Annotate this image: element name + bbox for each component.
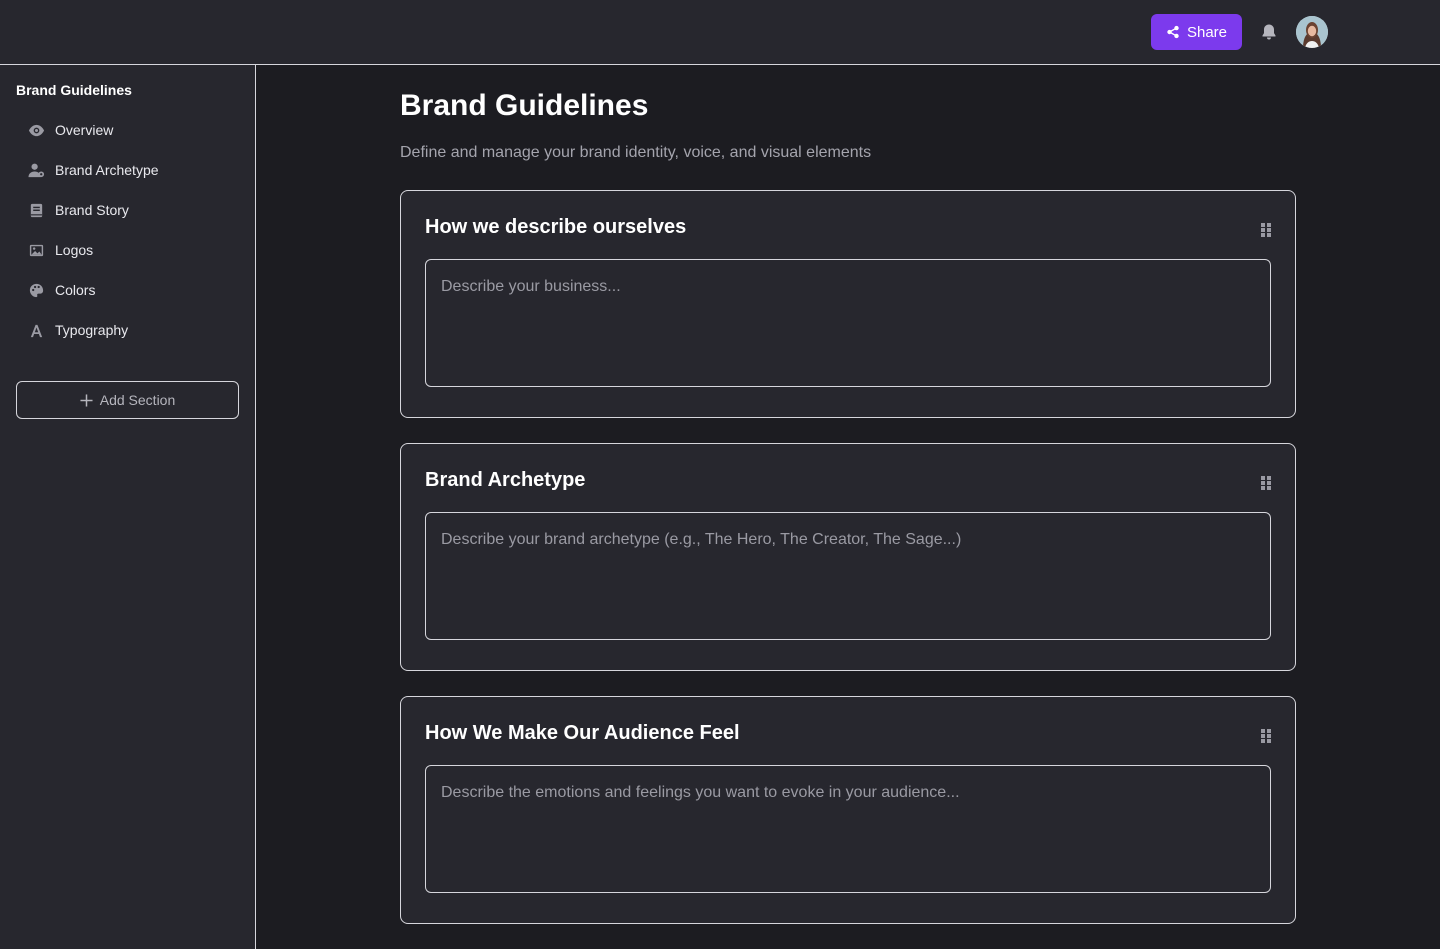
book-icon <box>30 203 43 217</box>
section-card-describe-ourselves: How we describe ourselves <box>400 190 1296 418</box>
section-title: How we describe ourselves <box>425 216 687 238</box>
share-button[interactable]: Share <box>1151 14 1242 50</box>
sidebar-item-label: Typography <box>55 322 129 338</box>
plus-icon <box>80 393 93 407</box>
add-section-label: Add Section <box>99 392 176 408</box>
sidebar-item-overview[interactable]: Overview <box>16 113 239 147</box>
image-icon <box>29 244 44 256</box>
drag-handle-icon[interactable] <box>1259 728 1273 744</box>
section-textarea[interactable] <box>425 765 1271 893</box>
section-title: Brand Archetype <box>425 469 586 491</box>
sidebar-item-colors[interactable]: Colors <box>16 273 239 307</box>
sidebar-item-label: Brand Story <box>55 202 129 218</box>
avatar-image <box>1296 16 1328 48</box>
sidebar: Brand Guidelines Overview Brand Archetyp… <box>0 65 256 949</box>
add-section-button[interactable]: Add Section <box>16 381 239 419</box>
sidebar-item-typography[interactable]: Typography <box>16 313 239 347</box>
drag-handle-icon[interactable] <box>1259 475 1273 491</box>
sidebar-item-brand-archetype[interactable]: Brand Archetype <box>16 153 239 187</box>
sidebar-item-brand-story[interactable]: Brand Story <box>16 193 239 227</box>
share-icon <box>1167 25 1179 39</box>
sidebar-item-label: Colors <box>55 282 96 298</box>
section-textarea[interactable] <box>425 512 1271 640</box>
section-textarea[interactable] <box>425 259 1271 387</box>
section-title: How We Make Our Audience Feel <box>425 722 740 744</box>
letter-a-icon <box>30 324 43 337</box>
drag-handle-icon[interactable] <box>1259 222 1273 238</box>
bell-icon[interactable] <box>1259 22 1279 42</box>
section-card-brand-archetype: Brand Archetype <box>400 443 1296 671</box>
sidebar-item-label: Brand Archetype <box>55 162 159 178</box>
eye-icon <box>28 124 45 136</box>
share-button-label: Share <box>1186 23 1228 41</box>
sidebar-item-label: Overview <box>55 122 114 138</box>
sidebar-item-logos[interactable]: Logos <box>16 233 239 267</box>
page-title: Brand Guidelines <box>400 89 649 122</box>
sidebar-title: Brand Guidelines <box>16 82 132 98</box>
sidebar-item-label: Logos <box>55 242 94 258</box>
palette-icon <box>29 283 44 297</box>
top-bar: Share <box>0 0 1440 65</box>
page-subtitle: Define and manage your brand identity, v… <box>400 144 872 161</box>
avatar[interactable] <box>1296 16 1328 48</box>
user-icon <box>28 163 45 177</box>
section-card-audience-feel: How We Make Our Audience Feel <box>400 696 1296 924</box>
